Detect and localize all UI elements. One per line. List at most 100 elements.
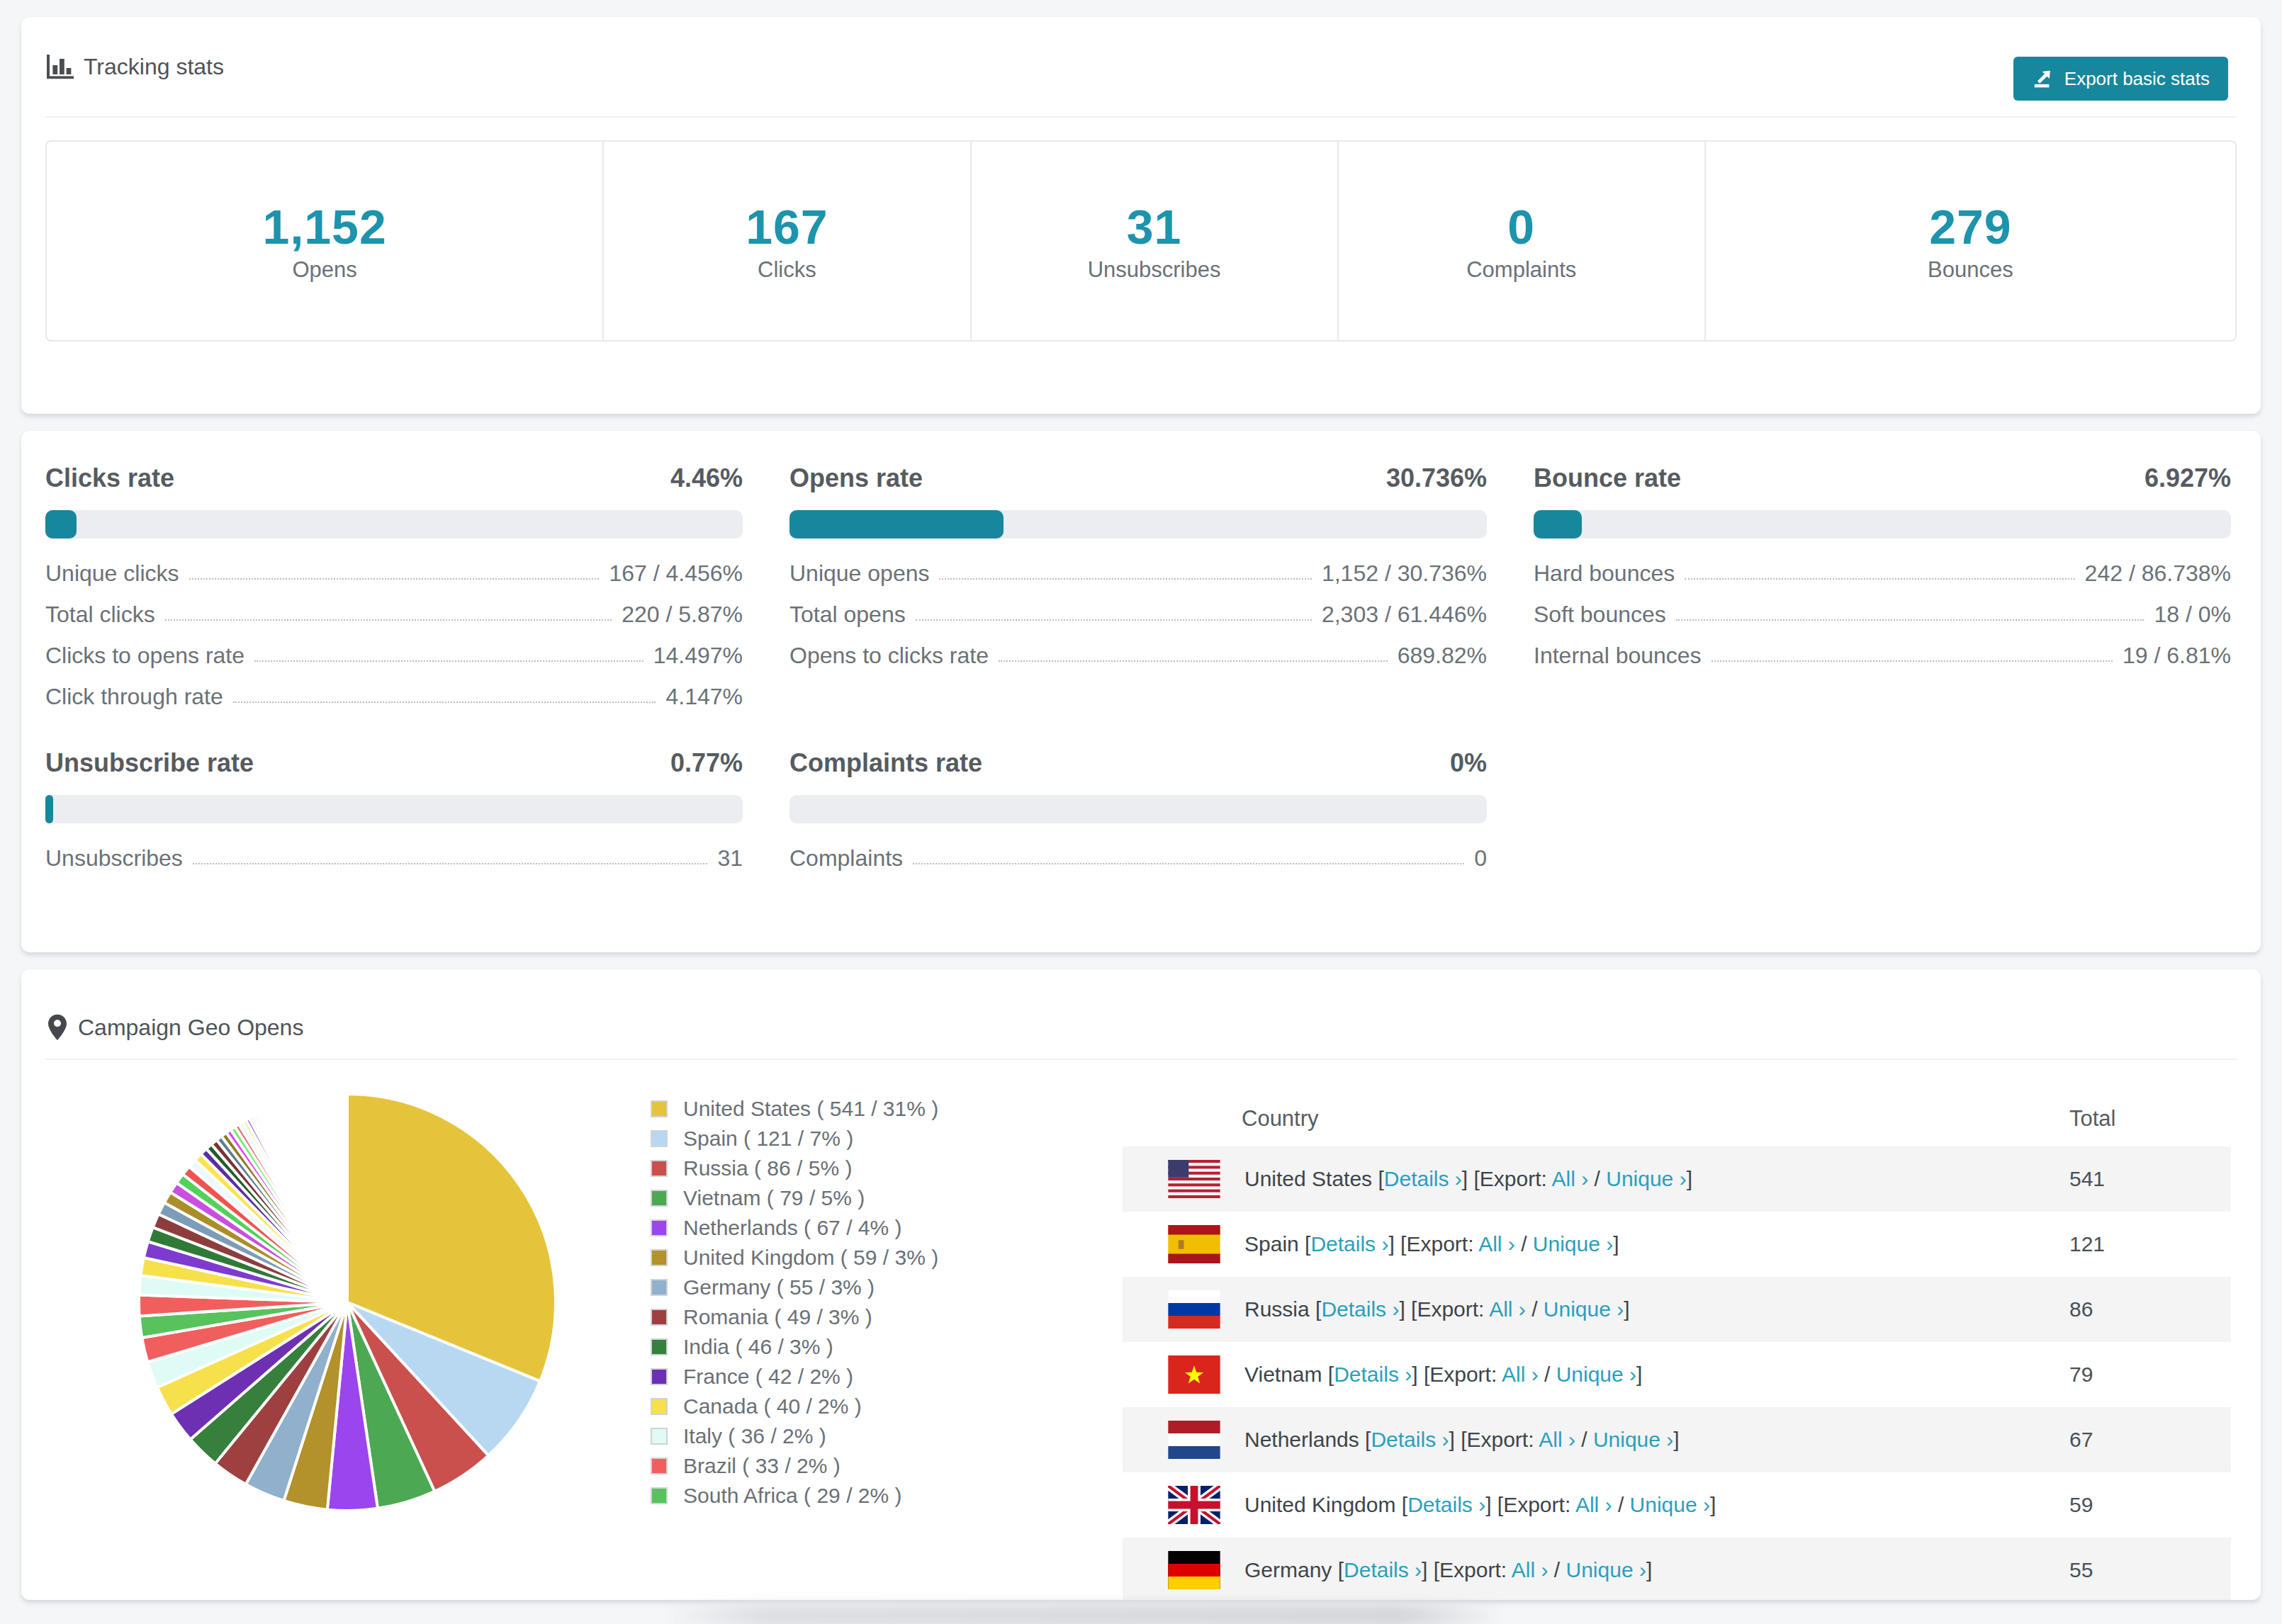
- legend-item: Vietnam ( 79 / 5% ): [651, 1183, 938, 1213]
- total-cell: 79: [2069, 1363, 2231, 1387]
- rate-row-label: Unsubscribes: [45, 845, 183, 872]
- legend-swatch: [651, 1309, 668, 1326]
- details-link[interactable]: Details ›: [1310, 1232, 1388, 1256]
- tracking-stats-card: Tracking stats Export basic stats 1,152 …: [21, 17, 2261, 414]
- export-unique-link[interactable]: Unique ›: [1566, 1558, 1646, 1581]
- total-cell: 59: [2069, 1493, 2231, 1517]
- dotted-leader: [916, 619, 1312, 621]
- rate-value: 0%: [1450, 748, 1487, 778]
- stat-label: Unsubscribes: [1088, 257, 1221, 283]
- geo-table-row: United States [Details ›] [Export: All ›…: [1123, 1146, 2231, 1212]
- rate-row-label: Complaints: [789, 845, 903, 872]
- rate-row: Unsubscribes 31: [45, 838, 743, 879]
- legend-swatch: [651, 1457, 668, 1474]
- stat-label: Complaints: [1466, 257, 1576, 283]
- export-all-link[interactable]: All ›: [1489, 1297, 1526, 1321]
- legend-swatch: [651, 1398, 668, 1415]
- export-all-link[interactable]: All ›: [1539, 1428, 1575, 1451]
- legend-label: Romania ( 49 / 3% ): [683, 1305, 872, 1329]
- dotted-leader: [254, 660, 643, 662]
- details-link[interactable]: Details ›: [1334, 1363, 1412, 1386]
- bounce-rate-progress-fill: [1534, 510, 1582, 538]
- legend-swatch: [651, 1428, 668, 1445]
- flag-icon-us: [1168, 1160, 1220, 1198]
- rate-row: Hard bounces 242 / 86.738%: [1534, 553, 2231, 594]
- rate-row: Complaints 0: [789, 838, 1487, 879]
- legend-label: United States ( 541 / 31% ): [683, 1097, 938, 1121]
- rate-title: Opens rate: [789, 463, 923, 493]
- opens-rate-progress-bar: [789, 510, 1487, 538]
- export-unique-link[interactable]: Unique ›: [1606, 1167, 1686, 1190]
- rate-row-value: 4.147%: [665, 684, 743, 710]
- legend-swatch: [651, 1100, 668, 1117]
- rate-row-value: 167 / 4.456%: [609, 560, 743, 587]
- legend-label: Netherlands ( 67 / 4% ): [683, 1216, 901, 1240]
- export-all-link[interactable]: All ›: [1575, 1493, 1612, 1516]
- rate-value: 30.736%: [1386, 463, 1487, 493]
- export-basic-stats-button[interactable]: Export basic stats: [2013, 57, 2228, 101]
- export-icon: [2032, 68, 2053, 89]
- legend-item: Canada ( 40 / 2% ): [651, 1392, 938, 1421]
- summary-stat-clicks: 167 Clicks: [602, 142, 969, 340]
- unsubscribe-rate-progress-fill: [45, 795, 53, 823]
- export-unique-link[interactable]: Unique ›: [1630, 1493, 1710, 1516]
- rate-row-value: 689.82%: [1398, 643, 1487, 669]
- rate-row: Unique opens 1,152 / 30.736%: [789, 553, 1487, 594]
- geo-title: Campaign Geo Opens: [45, 1013, 303, 1042]
- clicks-rate-progress-fill: [45, 510, 77, 538]
- rate-row-label: Soft bounces: [1534, 602, 1666, 628]
- rate-row-value: 31: [717, 845, 743, 872]
- complaints-rate-panel: Complaints rate 0% Complaints 0: [789, 751, 1487, 879]
- details-link[interactable]: Details ›: [1407, 1493, 1485, 1516]
- country-cell: Russia [Details ›] [Export: All › / Uniq…: [1244, 1297, 2069, 1321]
- stat-value: 279: [1929, 199, 2011, 254]
- export-all-link[interactable]: All ›: [1552, 1167, 1589, 1190]
- legend-swatch: [651, 1279, 668, 1296]
- export-all-link[interactable]: All ›: [1512, 1558, 1548, 1581]
- legend-swatch: [651, 1368, 668, 1385]
- opens-rate-progress-fill: [789, 510, 1004, 538]
- dotted-leader: [913, 863, 1464, 864]
- legend-label: Germany ( 55 / 3% ): [683, 1275, 875, 1299]
- export-unique-link[interactable]: Unique ›: [1544, 1297, 1624, 1321]
- country-cell: Netherlands [Details ›] [Export: All › /…: [1244, 1428, 2069, 1452]
- unsubscribe-rate-panel: Unsubscribe rate 0.77% Unsubscribes 31: [45, 751, 743, 879]
- legend-swatch: [651, 1160, 668, 1177]
- dotted-leader: [165, 619, 612, 621]
- rates-card: Clicks rate 4.46% Unique clicks 167 / 4.…: [21, 431, 2261, 952]
- summary-stat-opens: 1,152 Opens: [47, 142, 602, 340]
- legend-item: France ( 42 / 2% ): [651, 1362, 938, 1392]
- legend-label: India ( 46 / 3% ): [683, 1335, 833, 1359]
- rate-title: Bounce rate: [1534, 463, 1681, 493]
- dotted-leader: [1676, 619, 2145, 621]
- rate-row: Opens to clicks rate 689.82%: [789, 635, 1487, 676]
- tracking-stats-header: Tracking stats Export basic stats: [45, 17, 2237, 118]
- export-all-link[interactable]: All ›: [1502, 1363, 1539, 1386]
- bottom-scroll-hint: [666, 1604, 1502, 1624]
- rate-row-value: 2,303 / 61.446%: [1322, 602, 1487, 628]
- rate-row-value: 1,152 / 30.736%: [1322, 560, 1487, 587]
- export-unique-link[interactable]: Unique ›: [1533, 1232, 1613, 1256]
- rate-row-value: 18 / 0%: [2154, 602, 2231, 628]
- details-link[interactable]: Details ›: [1321, 1297, 1399, 1321]
- opens-rate-panel: Opens rate 30.736% Unique opens 1,152 / …: [789, 466, 1487, 717]
- details-link[interactable]: Details ›: [1371, 1428, 1449, 1451]
- legend-swatch: [651, 1219, 668, 1236]
- legend-swatch: [651, 1487, 668, 1504]
- rate-row-value: 0: [1474, 845, 1487, 872]
- geo-table-row: United Kingdom [Details ›] [Export: All …: [1123, 1472, 2231, 1538]
- details-link[interactable]: Details ›: [1384, 1167, 1462, 1190]
- geo-pie-chart: [135, 1090, 560, 1515]
- export-unique-link[interactable]: Unique ›: [1593, 1428, 1673, 1451]
- flag-icon-ru: [1168, 1290, 1220, 1329]
- legend-item: Germany ( 55 / 3% ): [651, 1273, 938, 1302]
- rate-row: Clicks to opens rate 14.497%: [45, 635, 743, 676]
- legend-label: Brazil ( 33 / 2% ): [683, 1454, 841, 1478]
- legend-item: United States ( 541 / 31% ): [651, 1094, 938, 1124]
- stat-value: 167: [746, 199, 828, 254]
- geo-table-header-country: Country: [1123, 1106, 2069, 1132]
- export-unique-link[interactable]: Unique ›: [1556, 1363, 1636, 1386]
- export-all-link[interactable]: All ›: [1478, 1232, 1515, 1256]
- geo-title-text: Campaign Geo Opens: [78, 1015, 303, 1041]
- details-link[interactable]: Details ›: [1344, 1558, 1422, 1581]
